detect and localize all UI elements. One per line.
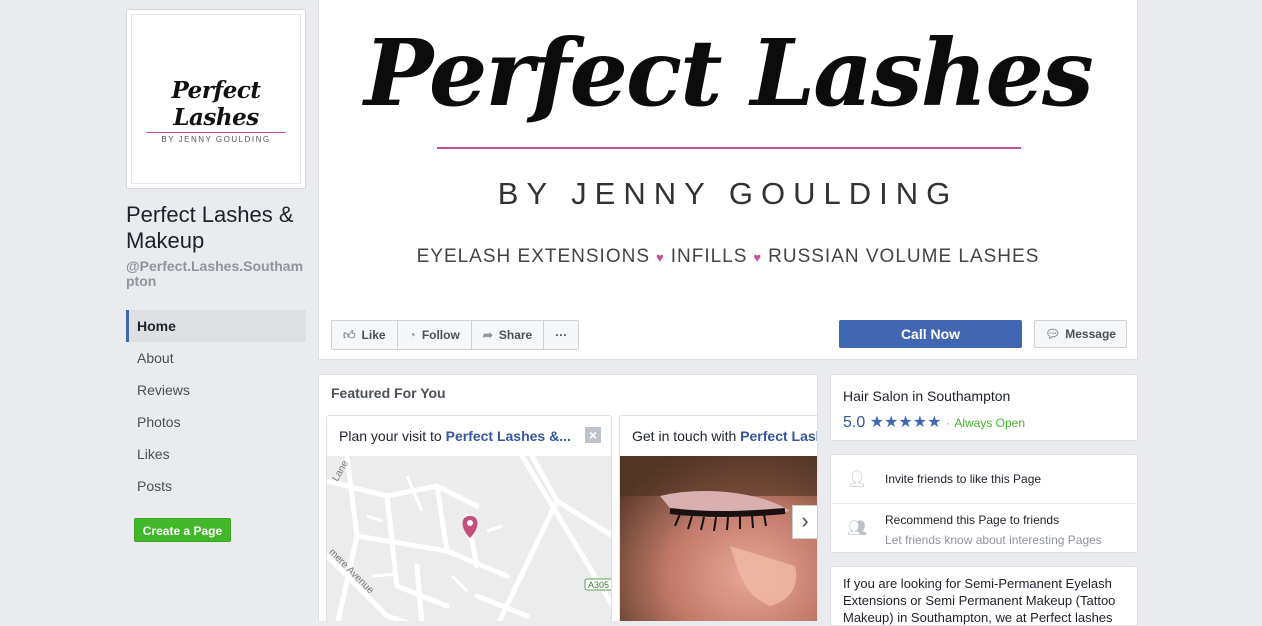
cover-services: EYELASH EXTENSIONS ♥ INFILLS ♥ RUSSIAN VOLUM…	[319, 246, 1137, 268]
featured-section: Featured For You Plan your visit to Perf…	[318, 374, 818, 621]
profile-logo: Perfect Lashes BY JENNY GOULDING	[132, 77, 300, 144]
card-title-link[interactable]: Perfect Lashes &...	[446, 428, 571, 444]
nav-item-reviews[interactable]: Reviews	[126, 374, 306, 406]
road-badge: A305	[588, 580, 609, 590]
cover-underline	[437, 147, 1021, 149]
message-label: Message	[1065, 327, 1116, 341]
nav-item-home[interactable]: Home	[126, 310, 306, 342]
close-icon[interactable]: ×	[585, 427, 601, 443]
profile-logo-script: Perfect Lashes	[171, 77, 261, 131]
follow-label: Follow	[421, 328, 460, 342]
eyelash-photo-graphic	[620, 456, 817, 621]
rss-icon: ◔	[408, 328, 416, 342]
service-item: RUSSIAN VOLUME LASHES	[768, 246, 1040, 267]
cover-logo-title: Perfect Lashes	[364, 19, 1094, 127]
share-button[interactable]: ➦ Share	[472, 321, 545, 349]
heart-icon: ♥	[656, 250, 665, 265]
profile-logo-byline: BY JENNY GOULDING	[161, 135, 271, 144]
create-page-button[interactable]: Create a Page	[134, 518, 231, 542]
card-title-prefix: Get in touch with	[632, 428, 741, 444]
eyelash-photo[interactable]	[620, 456, 817, 621]
friends-icon: 👥︎	[847, 520, 868, 537]
star-rating-icon: ★★★★★	[869, 414, 942, 431]
nav-item-photos[interactable]: Photos	[126, 406, 306, 438]
profile-logo-underline	[146, 132, 286, 133]
about-text: If you are looking for Semi-Permanent Ey…	[843, 576, 1116, 625]
like-label: Like	[361, 328, 386, 342]
message-button[interactable]: 💬︎ Message	[1034, 320, 1127, 348]
messenger-icon: 💬︎	[1045, 327, 1061, 341]
like-button[interactable]: 👍︎ Like	[332, 321, 398, 349]
share-arrow-icon: ➦	[482, 328, 493, 342]
nav-item-likes[interactable]: Likes	[126, 438, 306, 470]
next-arrow-icon[interactable]: ›	[792, 505, 818, 539]
more-button[interactable]: ···	[544, 321, 578, 349]
page-handle[interactable]: @Perfect.Lashes.Southampton	[126, 259, 308, 289]
map[interactable]: A305 Lane mere Avenue	[327, 453, 611, 621]
page-category[interactable]: Hair Salon in Southampton	[843, 388, 1010, 404]
cover-section: Perfect Lashes BY JENNY GOULDING EYELASH…	[318, 0, 1138, 360]
card-title: Get in touch with Perfect Lash	[632, 428, 817, 444]
recommend-row[interactable]: 👥︎ Recommend this Page to friends Let fr…	[831, 504, 1137, 554]
recommend-label: Recommend this Page to friends	[885, 513, 1060, 527]
featured-title: Featured For You	[331, 385, 446, 401]
follow-button[interactable]: ◔ Follow	[398, 321, 472, 349]
profile-picture[interactable]: Perfect Lashes BY JENNY GOULDING	[126, 9, 306, 189]
cover-byline: BY JENNY GOULDING	[497, 176, 959, 211]
page-action-buttons: 👍︎ Like ◔ Follow ➦ Share ···	[331, 320, 580, 350]
rating-row[interactable]: 5.0 ★★★★★ · Always Open	[843, 412, 1025, 432]
add-friend-icon: 👤︎	[847, 471, 868, 488]
open-status: Always Open	[954, 416, 1026, 430]
card-title: Plan your visit to Perfect Lashes &...	[339, 428, 571, 444]
invite-card: 👤︎ Invite friends to like this Page 👥︎ R…	[830, 454, 1138, 553]
share-label: Share	[498, 328, 533, 342]
page-nav: Home About Reviews Photos Likes Posts	[126, 310, 306, 502]
invite-friends-label: Invite friends to like this Page	[885, 472, 1042, 486]
nav-item-about[interactable]: About	[126, 342, 306, 374]
heart-icon: ♥	[753, 250, 763, 265]
page-title[interactable]: Perfect Lashes & Makeup	[126, 202, 308, 254]
service-item: INFILLS	[670, 246, 748, 267]
service-item: EYELASH EXTENSIONS	[416, 246, 650, 267]
recommend-sublabel: Let friends know about interesting Pages	[885, 533, 1102, 547]
call-now-button[interactable]: Call Now	[839, 320, 1022, 348]
card-title-link[interactable]: Perfect Lash	[740, 428, 817, 444]
invite-friends-row[interactable]: 👤︎ Invite friends to like this Page	[831, 455, 1137, 503]
map-graphic: A305 Lane mere Avenue	[327, 453, 611, 621]
featured-card-visit[interactable]: Plan your visit to Perfect Lashes &... ×	[326, 415, 612, 621]
rating-value: 5.0	[843, 414, 866, 431]
thumbs-up-icon: 👍︎	[343, 327, 356, 342]
separator: ·	[945, 416, 950, 430]
card-title-prefix: Plan your visit to	[339, 428, 446, 444]
page-info-card: Hair Salon in Southampton 5.0 ★★★★★ · Al…	[830, 374, 1138, 441]
about-card: If you are looking for Semi-Permanent Ey…	[830, 566, 1138, 626]
featured-card-contact[interactable]: Get in touch with Perfect Lash	[619, 415, 817, 621]
nav-item-posts[interactable]: Posts	[126, 470, 306, 502]
profile-logo-frame: Perfect Lashes BY JENNY GOULDING	[131, 14, 301, 184]
